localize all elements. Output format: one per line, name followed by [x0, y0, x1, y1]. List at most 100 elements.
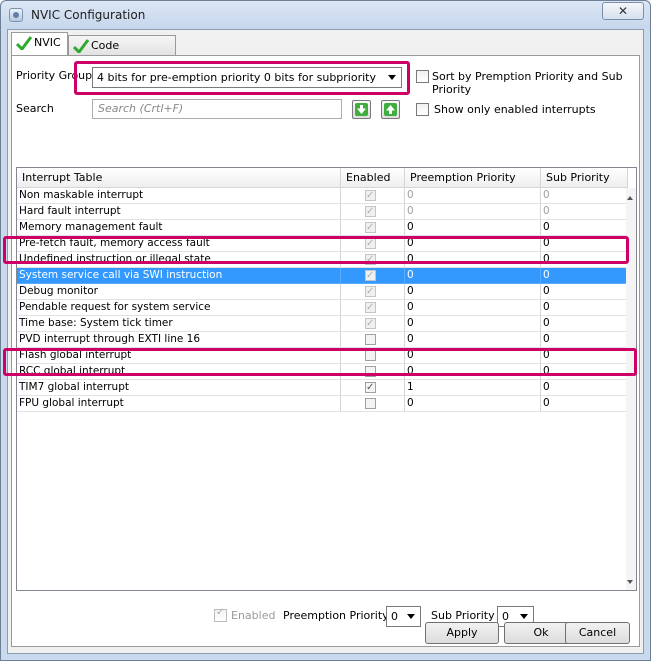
sub-priority-cell[interactable]: 0: [541, 332, 628, 348]
sort-priority-checkbox[interactable]: [416, 70, 429, 83]
close-button[interactable]: ✕: [602, 2, 644, 20]
sub-priority-value: 0: [543, 237, 550, 249]
window-title: NVIC Configuration: [31, 8, 146, 22]
preemption-priority-value: 0: [407, 269, 414, 281]
vertical-scrollbar[interactable]: [626, 188, 636, 590]
sub-priority-value: 0: [543, 381, 550, 393]
table-row[interactable]: PVD interrupt through EXTI line 16 0 0: [17, 332, 628, 348]
sub-priority-cell[interactable]: 0: [541, 220, 628, 236]
bottom-enabled-label: Enabled: [231, 609, 276, 622]
sub-priority-cell[interactable]: 0: [541, 300, 628, 316]
preemption-priority-cell[interactable]: 0: [405, 332, 541, 348]
preemption-priority-cell[interactable]: 0: [405, 236, 541, 252]
interrupt-name: Undefined instruction or illegal state: [17, 252, 341, 268]
enabled-checkbox[interactable]: [365, 334, 376, 345]
preemption-priority-cell[interactable]: 0: [405, 396, 541, 412]
search-previous-button[interactable]: [381, 100, 400, 119]
table-row[interactable]: Pendable request for system service 0 0: [17, 300, 628, 316]
column-header-enabled[interactable]: Enabled: [341, 168, 405, 188]
bottom-enabled-checkbox[interactable]: ✓: [214, 607, 227, 622]
tab-nvic[interactable]: NVIC: [11, 32, 68, 56]
preemption-priority-cell[interactable]: 0: [405, 364, 541, 380]
sub-priority-cell[interactable]: 0: [541, 284, 628, 300]
sub-priority-cell[interactable]: 0: [541, 396, 628, 412]
scroll-down-icon[interactable]: [627, 580, 633, 584]
enabled-cell: [341, 236, 405, 252]
enabled-checkbox[interactable]: [365, 366, 376, 377]
sub-priority-value: 0: [543, 301, 550, 313]
scroll-up-icon[interactable]: [627, 196, 633, 200]
enabled-cell: [341, 188, 405, 204]
interrupt-name: Memory management fault: [17, 220, 341, 236]
interrupt-name: Pre-fetch fault, memory access fault: [17, 236, 341, 252]
priority-group-select[interactable]: 4 bits for pre-emption priority 0 bits f…: [92, 67, 402, 88]
preemption-priority-value: 1: [407, 381, 414, 393]
enabled-cell: [341, 332, 405, 348]
preemption-priority-cell[interactable]: 1: [405, 380, 541, 396]
enabled-checkbox[interactable]: [365, 350, 376, 361]
sub-priority-cell[interactable]: 0: [541, 380, 628, 396]
interrupt-name: FPU global interrupt: [17, 396, 341, 412]
table-row[interactable]: Memory management fault 0 0: [17, 220, 628, 236]
table-row[interactable]: Debug monitor 0 0: [17, 284, 628, 300]
enabled-checkbox: [365, 220, 376, 235]
table-row[interactable]: RCC global interrupt 0 0: [17, 364, 628, 380]
apply-button[interactable]: Apply: [425, 622, 499, 644]
column-header-preemption[interactable]: Preemption Priority: [405, 168, 541, 188]
priority-group-label: Priority Group: [16, 69, 93, 82]
nvic-tab-panel: Priority Group 4 bits for pre-emption pr…: [11, 55, 640, 647]
enabled-checkbox: [365, 316, 376, 331]
cancel-button[interactable]: Cancel: [565, 622, 630, 644]
table-row[interactable]: Pre-fetch fault, memory access fault 0 0: [17, 236, 628, 252]
search-next-button[interactable]: [352, 100, 371, 119]
interrupt-name: Hard fault interrupt: [17, 204, 341, 220]
table-row[interactable]: Non maskable interrupt 0 0: [17, 188, 628, 204]
tab-nvic-label: NVIC: [34, 36, 61, 49]
tab-code-generation[interactable]: Code generation: [68, 35, 176, 72]
column-header-sub-priority[interactable]: Sub Priority: [541, 168, 628, 188]
sub-priority-cell[interactable]: 0: [541, 364, 628, 380]
interrupt-name: Flash global interrupt: [17, 348, 341, 364]
preemption-priority-cell[interactable]: 0: [405, 268, 541, 284]
enabled-checkbox[interactable]: [365, 380, 376, 395]
sub-priority-cell[interactable]: 0: [541, 236, 628, 252]
preemption-priority-cell[interactable]: 0: [405, 252, 541, 268]
sub-priority-cell[interactable]: 0: [541, 348, 628, 364]
preemption-priority-cell[interactable]: 0: [405, 348, 541, 364]
search-input[interactable]: Search (Crtl+F): [92, 99, 342, 119]
table-row[interactable]: Undefined instruction or illegal state 0 0: [17, 252, 628, 268]
table-row[interactable]: System service call via SWI instruction 0…: [17, 268, 628, 284]
interrupt-name: Pendable request for system service: [17, 300, 341, 316]
arrow-up-icon: [384, 103, 397, 116]
sub-priority-cell[interactable]: 0: [541, 316, 628, 332]
preemption-priority-cell[interactable]: 0: [405, 204, 541, 220]
sub-priority-value: 0: [543, 221, 550, 233]
preemption-priority-cell[interactable]: 0: [405, 188, 541, 204]
enabled-cell: [341, 300, 405, 316]
sub-priority-value: 0: [543, 397, 550, 409]
interrupt-name: TIM7 global interrupt: [17, 380, 341, 396]
table-row[interactable]: Hard fault interrupt 0 0: [17, 204, 628, 220]
sub-priority-cell[interactable]: 0: [541, 188, 628, 204]
table-row[interactable]: FPU global interrupt 0 0: [17, 396, 628, 412]
enabled-cell: [341, 364, 405, 380]
preemption-priority-cell[interactable]: 0: [405, 316, 541, 332]
table-row[interactable]: Flash global interrupt 0 0: [17, 348, 628, 364]
preemption-priority-cell[interactable]: 0: [405, 300, 541, 316]
column-header-interrupt[interactable]: Interrupt Table: [17, 168, 341, 188]
enabled-checkbox[interactable]: [365, 398, 376, 409]
sub-priority-value: 0: [543, 349, 550, 361]
sub-priority-value: 0: [543, 189, 550, 201]
interrupt-name: Debug monitor: [17, 284, 341, 300]
sub-priority-cell[interactable]: 0: [541, 268, 628, 284]
preemption-priority-cell[interactable]: 0: [405, 220, 541, 236]
table-row[interactable]: Time base: System tick timer 0 0: [17, 316, 628, 332]
preemption-priority-cell[interactable]: 0: [405, 284, 541, 300]
table-row[interactable]: TIM7 global interrupt 1 0: [17, 380, 628, 396]
interrupt-name: Non maskable interrupt: [17, 188, 341, 204]
sub-priority-cell[interactable]: 0: [541, 252, 628, 268]
checkmark-icon: ✓: [216, 607, 225, 618]
show-enabled-checkbox[interactable]: [416, 103, 429, 116]
sub-priority-cell[interactable]: 0: [541, 204, 628, 220]
bottom-preemption-select[interactable]: 0: [386, 606, 421, 627]
